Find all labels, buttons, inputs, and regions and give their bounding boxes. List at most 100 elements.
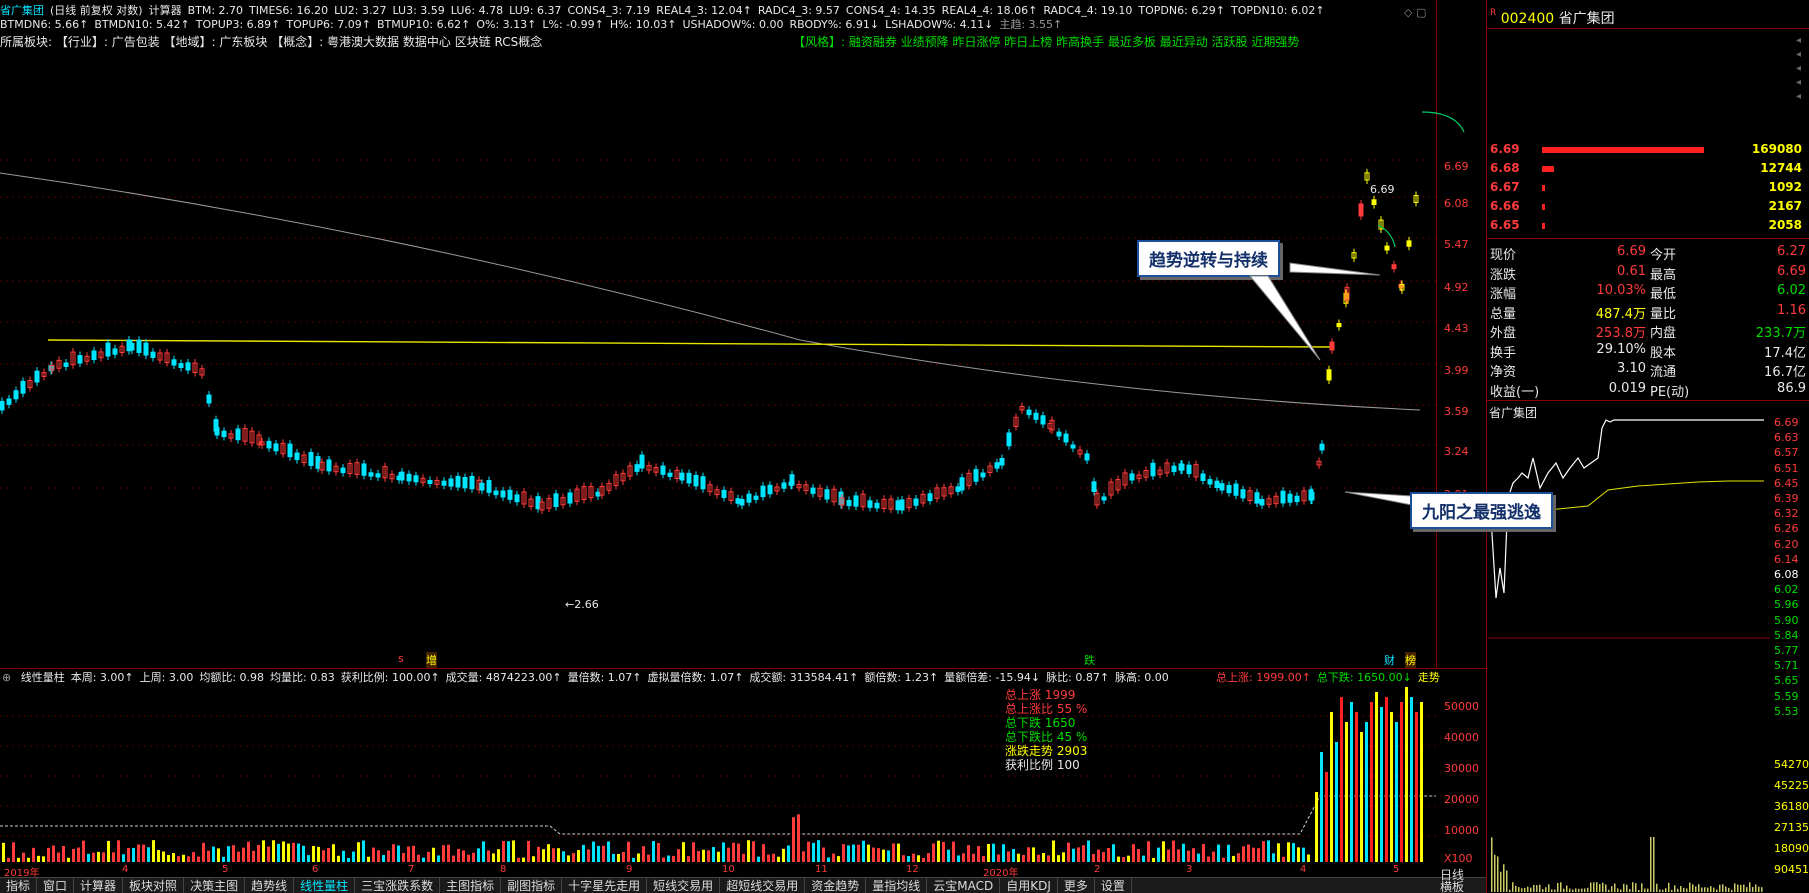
tab-17[interactable]: 更多 [1058,878,1095,893]
event-marker-bang[interactable]: 榜 [1405,652,1416,668]
volume-bar [857,844,860,862]
volume-bar [352,851,355,862]
mini-volume-bar [1563,888,1565,892]
tab-1[interactable]: 窗口 [37,878,75,893]
tab-7[interactable]: 三宝涨跌系数 [355,878,441,893]
volume-bar [1272,853,1275,862]
order-volume: 2167 [1768,199,1802,213]
volume-tick: 20000 [1444,793,1479,806]
tab-3[interactable]: 板块对照 [123,878,185,893]
order-price: 6.67 [1490,180,1520,194]
volume-bar [1067,842,1070,862]
order-bar [1542,147,1704,153]
mini-volume-bar [1656,883,1658,892]
order-price: 6.68 [1490,161,1520,175]
mini-volume-bar [1704,887,1706,892]
volume-bar [1187,850,1190,862]
volume-bar [107,840,110,862]
event-marker-s[interactable]: s [398,652,404,665]
volume-bar [432,847,435,862]
tab-14[interactable]: 量指均线 [866,878,928,893]
panel-scroll-icon[interactable]: ◂ ◂ ◂ ◂ ◂ [1796,34,1801,104]
volume-bar [42,856,45,862]
tab-12[interactable]: 超短线交易用 [720,878,806,893]
volume-bar [1052,840,1055,862]
mini-volume-bar [1722,884,1724,892]
event-marker-zeng[interactable]: 增 [426,652,437,668]
order-volume: 12744 [1760,161,1802,175]
intraday-chart[interactable] [1488,418,1770,893]
volume-bar [727,847,730,862]
volume-bar [1360,732,1363,862]
tab-5[interactable]: 趋势线 [245,878,295,893]
volume-bar [267,846,270,862]
volume-bar [232,845,235,862]
tab-10[interactable]: 十字星先走用 [562,878,648,893]
quote-l: 收益(一) [1490,384,1540,400]
tab-4[interactable]: 决策主图 [184,878,246,893]
volume-bar [1072,848,1075,862]
mini-volume-bar [1566,885,1568,892]
quote-row: 收益(一) 0.019 PE(动) 86.9 [1490,381,1806,400]
mini-volume-bar [1629,889,1631,892]
tab-15[interactable]: 云宝MACD [927,878,1001,893]
volume-chart[interactable] [0,686,1436,866]
volume-bar [1385,697,1388,862]
tab-0[interactable]: 指标 [0,878,38,893]
event-marker-cai[interactable]: 财 [1384,652,1395,668]
volume-bar [722,842,725,862]
volume-bar [1007,851,1010,862]
quote-l2: 量比 [1650,306,1677,322]
tab-2[interactable]: 计算器 [74,878,124,893]
mini-volume-bar [1554,889,1556,892]
volume-bar [1415,712,1418,862]
quote-v2: 6.02 [1777,283,1806,298]
tab-18[interactable]: 设置 [1095,878,1132,893]
volume-bar [87,853,90,862]
volume-bar [367,856,370,862]
volume-bar [617,853,620,862]
volume-bar [1345,722,1348,862]
nine-yang-callout: 九阳之最强逃逸 [1410,492,1553,529]
order-bar [1542,185,1545,191]
volume-bar [1177,849,1180,862]
mini-volume-bar [1713,887,1715,892]
volume-bar [1082,845,1085,862]
volume-bar [127,847,130,862]
mini-volume-bar [1761,887,1763,892]
volume-bar [692,842,695,862]
volume-bar [157,850,160,862]
layout-tab[interactable]: 横板 [1440,878,1464,893]
tab-13[interactable]: 资金趋势 [805,878,867,893]
quote-v2: 16.7亿 [1764,365,1806,380]
volume-header: ⊕ 线性量柱 本周: 3.00↑ 上周: 3.00 均额比: 0.98 均量比: 0.8… [2,671,1169,684]
volume-indicator-value: 额倍数: 1.23↑ [864,671,939,684]
volume-bar [1207,856,1210,862]
mini-price-tick: 5.53 [1774,704,1799,718]
volume-bar [312,845,315,862]
panel-divider-2 [1486,238,1809,239]
tab-8[interactable]: 主图指标 [440,878,502,893]
mini-price-tick: 6.57 [1774,446,1799,460]
mini-price-tick: 5.65 [1774,674,1799,688]
volume-bar [172,853,175,862]
volume-bar [567,855,570,862]
mini-volume-bar [1635,883,1637,892]
mini-volume-bar [1497,856,1499,892]
tab-6[interactable]: 线性量柱 [294,878,356,893]
mini-volume-bar [1677,888,1679,892]
tab-9[interactable]: 副图指标 [501,878,563,893]
volume-bar [1380,707,1383,862]
mini-price-tick: 5.84 [1774,628,1799,642]
volume-bar [247,841,250,862]
tab-11[interactable]: 短线交易用 [647,878,721,893]
order-bar [1542,223,1545,229]
mini-volume-bar [1734,883,1736,892]
event-marker-die[interactable]: 跌 [1084,652,1095,668]
date-tick: 4 [1300,864,1307,875]
quote-v: 0.019 [1608,380,1646,396]
order-bar [1542,204,1545,210]
low-price-label: ←2.66 [565,598,599,611]
tab-16[interactable]: 自用KDJ [1000,878,1058,893]
volume-bar [262,840,265,862]
